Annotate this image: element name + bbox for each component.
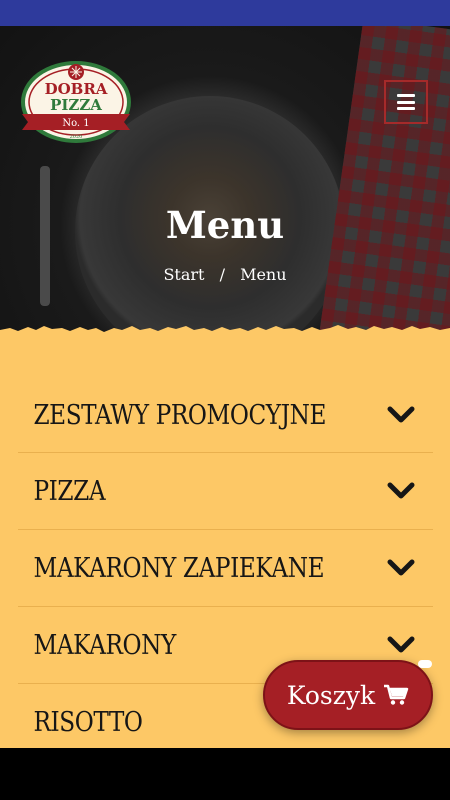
logo-line2: PIZZA	[50, 96, 102, 114]
breadcrumb-current: Menu	[240, 265, 287, 284]
category-label: MAKARONY ZAPIEKANE	[33, 552, 325, 584]
category-label: MAKARONY	[33, 629, 176, 661]
hamburger-menu-button[interactable]	[384, 80, 428, 124]
cart-button[interactable]: Koszyk	[263, 660, 433, 730]
page-title: Menu	[165, 203, 285, 247]
category-item-makarony-zapiekane[interactable]: MAKARONY ZAPIEKANE	[18, 530, 433, 607]
category-label: ZESTAWY PROMOCYJNE	[33, 399, 326, 431]
breadcrumb-separator: /	[219, 265, 225, 284]
category-item-pizza[interactable]: PIZZA	[18, 453, 433, 530]
logo-ribbon-text: No. 1	[62, 118, 89, 129]
logo-emblem: DOBRA PIZZA No. 1 2020	[21, 61, 131, 143]
cart-icon	[384, 684, 409, 705]
cart-label: Koszyk	[286, 680, 376, 710]
logo-year: 2020	[70, 134, 83, 140]
breadcrumb-home-link[interactable]: Start	[163, 265, 204, 284]
status-bar	[0, 0, 450, 26]
chevron-down-icon	[387, 482, 415, 499]
category-item-zestawy-promocyjne[interactable]: ZESTAWY PROMOCYJNE	[18, 378, 433, 453]
chevron-down-icon	[387, 636, 415, 653]
scroll-indicator	[418, 660, 432, 668]
hero-tablecloth-image	[317, 26, 450, 342]
breadcrumb: Start / Menu	[0, 265, 450, 284]
category-label: PIZZA	[33, 475, 106, 507]
chevron-down-icon	[387, 406, 415, 423]
navigation-bar	[0, 748, 450, 800]
hamburger-icon	[397, 94, 415, 110]
category-label: RISOTTO	[33, 706, 143, 738]
chevron-down-icon	[387, 559, 415, 576]
logo[interactable]: DOBRA PIZZA No. 1 2020	[20, 60, 132, 144]
torn-paper-edge	[0, 325, 450, 344]
